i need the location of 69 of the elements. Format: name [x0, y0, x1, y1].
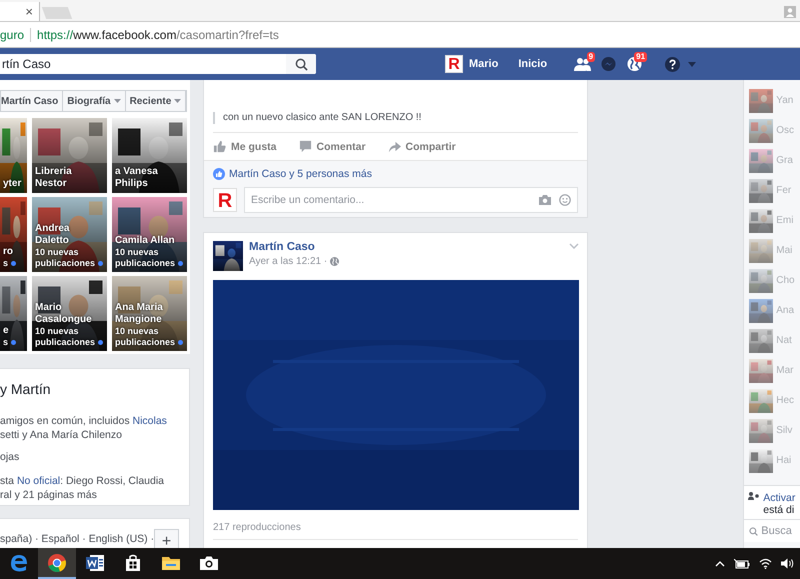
share-button[interactable]: Compartir	[388, 140, 456, 153]
caret-icon	[174, 99, 182, 103]
search-button[interactable]	[286, 54, 316, 74]
friends-button[interactable]: 9	[569, 52, 596, 76]
profile-avatar[interactable]: R	[445, 55, 463, 73]
wifi-icon[interactable]	[759, 558, 772, 569]
likes-link[interactable]: Martín Caso y 5 personas más	[229, 168, 372, 180]
globe-icon	[330, 257, 340, 266]
tile-name[interactable]: Ana Maria Mangione	[115, 302, 185, 326]
dropdown-button[interactable]: Reciente	[126, 91, 186, 111]
view-count: 217 reproducciones	[213, 522, 578, 540]
chevron-up-icon[interactable]	[715, 560, 725, 566]
info-text: ojas	[0, 450, 20, 464]
dropdown-button[interactable]: Biografía	[63, 91, 126, 111]
share-arrow-icon	[388, 140, 401, 153]
browser-tab[interactable]: ×	[0, 2, 40, 21]
shopping-bag-icon	[123, 552, 143, 572]
profile-link[interactable]: Nicolas	[132, 415, 167, 427]
post-time[interactable]: Ayer a las 12:21 ·	[249, 256, 328, 267]
person-status-icon	[748, 492, 760, 500]
profile-link[interactable]: Mario	[469, 58, 498, 70]
chat-search-field[interactable]: Busca	[744, 519, 800, 542]
language-list: spaña) · Español · English (US) ·	[0, 533, 154, 545]
profile-avatar[interactable]: R	[213, 188, 237, 212]
info-text: sta No oficial: Diego Rossi, Claudia ral y 21 páginas más	[0, 474, 166, 502]
tile-name[interactable]: ro	[3, 246, 25, 258]
taskbar-button[interactable]	[38, 548, 76, 579]
add-language-button[interactable]: +	[154, 529, 179, 548]
section-heading: y Martín	[0, 380, 52, 398]
chat-bubble-icon	[600, 57, 617, 71]
volume-icon[interactable]	[781, 558, 794, 569]
battery-icon[interactable]	[734, 558, 750, 568]
search-icon	[294, 58, 308, 70]
notifications-button[interactable]: 91	[621, 52, 648, 76]
notification-badge: 9	[586, 52, 596, 62]
tile-name[interactable]: Andrea Daletto	[35, 223, 105, 247]
speech-bubble-icon	[298, 140, 312, 153]
author-link[interactable]: Martín Caso	[249, 241, 315, 253]
quote-text: con un nuevo clasico ante SAN LORENZO !!	[213, 112, 575, 124]
like-icon	[213, 168, 225, 180]
people-icon	[574, 57, 591, 71]
tile-updates: 10 nuevas publicaciones	[115, 247, 176, 268]
close-button[interactable]: ×	[25, 4, 33, 19]
e-browser-icon	[9, 552, 29, 572]
turn-on-chat-link[interactable]: Activar	[763, 492, 796, 504]
tile-updates: 10 nuevas publicaciones	[35, 247, 96, 268]
tile-updates: s	[3, 258, 8, 268]
tile-name[interactable]: Camila Allan	[115, 235, 185, 247]
search-field[interactable]: rtín Caso	[0, 54, 316, 74]
round-browser-icon	[47, 552, 67, 572]
help-icon[interactable]	[665, 56, 680, 72]
security-label: guro	[0, 28, 24, 42]
notification-badge: 91	[634, 52, 648, 62]
profile-link[interactable]: Martín Caso	[1, 91, 64, 111]
tile-name[interactable]: e	[3, 325, 25, 337]
comment-button[interactable]: Comentar	[298, 140, 366, 153]
tile-updates: 10 nuevas publicaciones	[115, 326, 176, 347]
home-link[interactable]: Inicio	[518, 58, 548, 70]
tile-updates: s	[3, 337, 8, 347]
profile-link[interactable]: No oficial	[16, 475, 60, 487]
document-app-icon	[85, 552, 105, 572]
tile-updates: 10 nuevas publicaciones	[35, 326, 96, 347]
thumbs-up-icon	[213, 140, 226, 153]
like-button[interactable]: Me gusta	[213, 140, 277, 153]
address-field[interactable]: https://www.facebook.com/casomartin?fref=ts	[37, 28, 279, 42]
search-icon	[749, 526, 758, 536]
info-text: amigos en común, incluidos Nicolas setti y Ana María Chilenzo	[0, 414, 168, 442]
chat-status-text: está di	[763, 504, 796, 516]
caret-icon	[114, 99, 121, 103]
